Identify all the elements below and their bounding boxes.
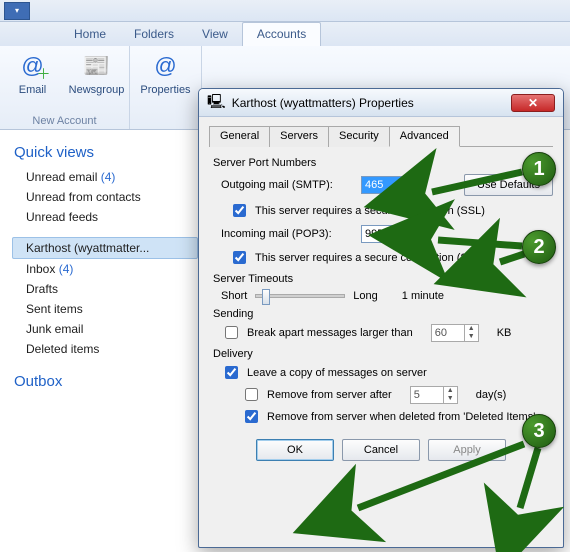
pop-ssl-label: This server requires a secure connection…: [255, 252, 485, 264]
break-apart-checkbox[interactable]: [225, 326, 238, 339]
ok-button[interactable]: OK: [256, 439, 334, 461]
break-size-input[interactable]: [432, 325, 464, 341]
pop-label: Incoming mail (POP3):: [221, 228, 361, 240]
dlg-tab-advanced[interactable]: Advanced: [389, 126, 460, 147]
properties-button[interactable]: @ Properties: [138, 50, 194, 96]
remove-after-input[interactable]: [411, 387, 443, 403]
newsgroup-label: Newsgroup: [69, 84, 125, 96]
sidebar-drafts[interactable]: Drafts: [12, 279, 198, 299]
dialog-button-row: OK Cancel Apply: [209, 429, 553, 471]
sidebar-unread-contacts[interactable]: Unread from contacts: [12, 187, 198, 207]
callout-1: 1: [522, 152, 556, 186]
sidebar-unread-feeds[interactable]: Unread feeds: [12, 207, 198, 227]
email-account-label: Email: [19, 84, 47, 96]
dialog-title-text: Karthost (wyattmatters) Properties: [232, 96, 414, 110]
spn-legend: Server Port Numbers: [209, 157, 553, 169]
count: (4): [59, 262, 74, 276]
dlg-tab-security[interactable]: Security: [328, 126, 390, 147]
leave-copy-checkbox[interactable]: [225, 366, 238, 379]
break-apart-label: Break apart messages larger than: [247, 327, 413, 339]
timeout-long-label: Long: [353, 290, 377, 302]
properties-label: Properties: [140, 84, 190, 96]
quick-access-toolbar: ▾: [0, 0, 570, 22]
smtp-ssl-label: This server requires a secure connection…: [255, 205, 485, 217]
kb-label: KB: [497, 327, 512, 339]
properties-dialog: 🖳 Karthost (wyattmatters) Properties ✕ G…: [198, 88, 564, 548]
sidebar-junk[interactable]: Junk email: [12, 319, 198, 339]
tab-view[interactable]: View: [188, 23, 242, 46]
dialog-icon: 🖳: [207, 91, 226, 115]
dialog-body: General Servers Security Advanced Server…: [199, 117, 563, 479]
sidebar-inbox[interactable]: Inbox (4): [12, 259, 198, 279]
outbox-header[interactable]: Outbox: [14, 373, 198, 390]
smtp-ssl-checkbox[interactable]: [233, 204, 246, 217]
tab-home[interactable]: Home: [60, 23, 120, 46]
dialog-tabs: General Servers Security Advanced: [209, 125, 553, 147]
tab-folders[interactable]: Folders: [120, 23, 188, 46]
ribbon-tabs: Home Folders View Accounts: [0, 22, 570, 46]
smtp-port-input[interactable]: [361, 176, 405, 194]
ribbon-group-properties: @ Properties: [130, 46, 202, 129]
break-size-spinner[interactable]: ▲▼: [431, 324, 479, 342]
timeout-value: 1 minute: [402, 290, 444, 302]
callout-3: 3: [522, 414, 556, 448]
slider-thumb[interactable]: [262, 289, 270, 305]
remove-deleted-checkbox[interactable]: [245, 410, 258, 423]
pop-port-input[interactable]: [361, 225, 405, 243]
email-account-button[interactable]: @＋ Email: [5, 50, 61, 96]
at-properties-icon: @: [150, 50, 182, 82]
leave-copy-label: Leave a copy of messages on server: [247, 367, 427, 379]
cancel-button[interactable]: Cancel: [342, 439, 420, 461]
count: (4): [101, 170, 116, 184]
apply-button[interactable]: Apply: [428, 439, 506, 461]
label: Inbox: [26, 262, 55, 276]
quick-views-header[interactable]: Quick views: [14, 144, 198, 161]
callout-2: 2: [522, 230, 556, 264]
pop-ssl-checkbox[interactable]: [233, 251, 246, 264]
remove-after-label: Remove from server after: [267, 389, 392, 401]
at-email-icon: @＋: [17, 50, 49, 82]
tab-accounts[interactable]: Accounts: [242, 22, 321, 46]
sending-legend: Sending: [209, 308, 553, 320]
dialog-titlebar[interactable]: 🖳 Karthost (wyattmatters) Properties ✕: [199, 89, 563, 117]
timeouts-legend: Server Timeouts: [209, 273, 553, 285]
close-button[interactable]: ✕: [511, 94, 555, 112]
close-icon: ✕: [528, 96, 538, 110]
remove-after-checkbox[interactable]: [245, 388, 258, 401]
timeout-short-label: Short: [221, 290, 247, 302]
ribbon-group-new-account: @＋ Email 📰 Newsgroup New Account: [0, 46, 130, 129]
app-menu-button[interactable]: ▾: [4, 2, 30, 20]
menu-icon: ▾: [15, 6, 19, 15]
timeout-slider[interactable]: [255, 294, 345, 298]
newsgroup-icon: 📰: [81, 50, 113, 82]
sidebar-deleted[interactable]: Deleted items: [12, 339, 198, 359]
remove-after-spinner[interactable]: ▲▼: [410, 386, 458, 404]
label: Unread email: [26, 170, 97, 184]
dlg-tab-general[interactable]: General: [209, 126, 270, 147]
smtp-label: Outgoing mail (SMTP):: [221, 179, 361, 191]
remove-deleted-label: Remove from server when deleted from 'De…: [267, 411, 535, 423]
days-label: day(s): [476, 389, 507, 401]
sidebar-sent[interactable]: Sent items: [12, 299, 198, 319]
sidebar-account[interactable]: Karthost (wyattmatter...: [12, 237, 198, 259]
dlg-tab-servers[interactable]: Servers: [269, 126, 329, 147]
ribbon-group-title: New Account: [32, 115, 96, 127]
newsgroup-button[interactable]: 📰 Newsgroup: [69, 50, 125, 96]
delivery-legend: Delivery: [209, 348, 553, 360]
sidebar-unread-email[interactable]: Unread email (4): [12, 167, 198, 187]
folder-pane: Quick views Unread email (4) Unread from…: [0, 130, 210, 404]
